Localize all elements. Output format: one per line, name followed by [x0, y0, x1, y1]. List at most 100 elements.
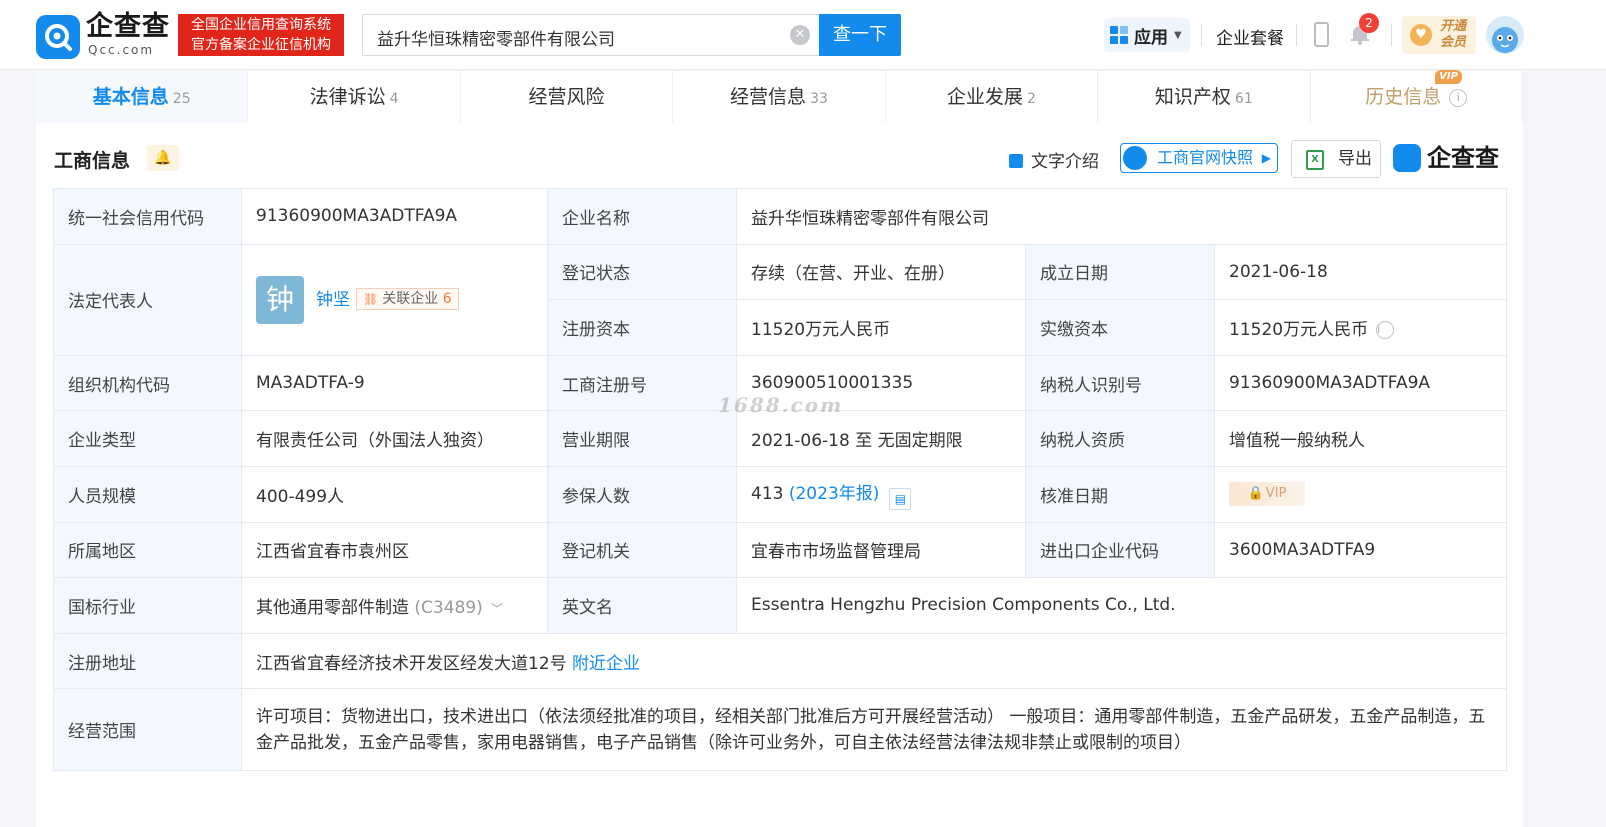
slogan-line-1: 全国企业信用查询系统 — [191, 17, 331, 33]
search-input[interactable]: 益升华恒珠精密零部件有限公司 — [362, 14, 819, 56]
info-icon[interactable]: i — [1449, 89, 1468, 107]
tab-label: 历史信息 — [1365, 86, 1442, 108]
clear-search-icon[interactable]: ✕ — [790, 25, 810, 45]
qcc-logo-icon[interactable] — [36, 15, 80, 59]
apps-menu-button[interactable]: 应用 ▼ — [1104, 18, 1190, 52]
tab-development[interactable]: 企业发展 2 — [886, 71, 1099, 123]
staff-size-label: 人员规模 — [53, 465, 242, 523]
tab-count: 25 — [172, 91, 191, 107]
vip-heart-icon: ♥ — [1410, 24, 1432, 46]
vip-lock-label: VIP — [1265, 486, 1287, 502]
vip-locked-value[interactable]: 🔒 VIP — [1229, 482, 1305, 507]
reg-capital-value: 11520万元人民币 — [736, 299, 1026, 356]
industry-value: 其他通用零部件制造 — [256, 597, 409, 618]
divider — [1201, 24, 1202, 46]
taxpayer-id-label: 纳税人识别号 — [1025, 354, 1215, 412]
related-count: 6 — [442, 290, 452, 307]
reg-capital-label: 注册资本 — [547, 299, 737, 356]
taxpayer-qual-label: 纳税人资质 — [1025, 410, 1215, 467]
legal-rep-avatar[interactable]: 钟 — [256, 275, 304, 324]
trend-chart-icon[interactable]: ▤ — [889, 487, 912, 510]
region-value: 江西省宜春市袁州区 — [241, 521, 548, 579]
tab-legal[interactable]: 法律诉讼 4 — [248, 71, 461, 123]
logo-text[interactable]: 企查查 — [86, 12, 170, 42]
tab-ip[interactable]: 知识产权 61 — [1098, 71, 1311, 123]
tab-operation[interactable]: 经营信息 33 — [673, 71, 886, 123]
snapshot-label: 工商官网快照 — [1157, 148, 1254, 167]
open-vip-button[interactable]: ♥ 开通 会员 — [1402, 16, 1476, 54]
business-info-panel: 工商信息 🔔 文字介绍 工商官网快照 ▶ X 导出 企查查 统一社会信用代码 9… — [36, 123, 1523, 827]
biz-term-value: 2021-06-18 至 无固定期限 — [736, 410, 1026, 467]
found-date-value: 2021-06-18 — [1214, 243, 1507, 301]
watermark: 1688.com — [718, 393, 844, 417]
subscribe-bell-icon[interactable]: 🔔 — [147, 145, 179, 171]
notification-count-badge: 2 — [1359, 13, 1379, 33]
lock-icon: 🔒 — [1247, 486, 1264, 502]
legal-rep-cell: 钟钟坚 ⛓ 关联企业 6 — [241, 243, 548, 356]
table-row: 法定代表人 钟钟坚 ⛓ 关联企业 6 登记状态 存续（在营、开业、在册） 成立日期 … — [53, 243, 1507, 356]
vip-label: 开通 会员 — [1440, 19, 1466, 51]
tab-count: 4 — [389, 91, 399, 107]
chevron-down-icon[interactable]: ﹀ — [491, 602, 503, 616]
org-code-label: 组织机构代码 — [53, 354, 242, 412]
tab-count: 2 — [1026, 91, 1036, 107]
biz-term-label: 营业期限 — [547, 410, 737, 467]
text-intro-label: 文字介绍 — [1031, 152, 1099, 172]
legal-rep-link[interactable]: 钟坚 — [316, 290, 350, 310]
approve-date-cell: 🔒 VIP — [1214, 465, 1507, 523]
paid-capital-cell: 11520万元人民币 i — [1214, 299, 1507, 356]
reg-authority-value: 宜春市市场监督管理局 — [736, 521, 1026, 579]
arrow-right-icon: ▶ — [1261, 151, 1271, 165]
export-button[interactable]: X 导出 — [1291, 140, 1381, 178]
search-button[interactable]: 查一下 — [819, 14, 901, 56]
industry-cell[interactable]: 其他通用零部件制造 (C3489) ﹀ — [241, 577, 548, 634]
export-label: 导出 — [1338, 149, 1372, 169]
region-label: 所属地区 — [53, 521, 242, 579]
business-scope-value: 许可项目：货物进出口，技术进出口（依法须经批准的项目，经相关部门批准后方可开展经… — [241, 688, 1507, 772]
mobile-app-icon[interactable] — [1314, 22, 1329, 47]
info-icon[interactable]: i — [1376, 320, 1395, 339]
scope-label: 经营范围 — [53, 688, 242, 772]
english-name-label: 英文名 — [547, 577, 737, 634]
vip-line-2: 会员 — [1440, 35, 1467, 50]
table-row: 人员规模 400-499人 参保人数 413 (2023年报) ▤ 核准日期 🔒 V… — [53, 465, 1507, 523]
text-intro-button[interactable]: 文字介绍 — [1009, 147, 1099, 172]
reg-status-label: 登记状态 — [547, 243, 737, 301]
reg-authority-label: 登记机关 — [547, 521, 737, 579]
company-name-value: 益升华恒珠精密零部件有限公司 — [736, 188, 1507, 245]
enterprise-package-link[interactable]: 企业套餐 — [1216, 24, 1284, 49]
company-type-label: 企业类型 — [53, 410, 242, 467]
taxpayer-id-value: 91360900MA3ADTFA9A — [1214, 354, 1507, 412]
slogan-line-2: 官方备案企业征信机构 — [191, 37, 331, 53]
apps-label: 应用 — [1134, 27, 1168, 48]
tab-basic-info[interactable]: 基本信息 25 — [36, 71, 249, 123]
network-icon: ⛓ — [363, 291, 379, 306]
section-tabs: 基本信息 25 法律诉讼 4 经营风险 经营信息 33 企业发展 2 知识产权 61 历史… — [36, 70, 1523, 123]
insured-count: 413 — [751, 483, 784, 504]
found-date-label: 成立日期 — [1025, 243, 1215, 301]
tab-risk[interactable]: 经营风险 — [461, 71, 674, 123]
address-value: 江西省宜春经济技术开发区经发大道12号 — [256, 653, 567, 674]
vip-tag: VIP — [1435, 70, 1462, 84]
table-row: 国标行业 其他通用零部件制造 (C3489) ﹀ 英文名 Essentra Hen… — [53, 577, 1507, 634]
annual-report-link[interactable]: (2023年报) — [789, 484, 880, 504]
related-companies-tag[interactable]: ⛓ 关联企业 6 — [356, 287, 459, 310]
nearby-companies-link[interactable]: 附近企业 — [572, 654, 640, 674]
insured-label: 参保人数 — [547, 465, 737, 523]
user-avatar[interactable] — [1486, 16, 1524, 54]
reg-status-value: 存续（在营、开业、在册） — [736, 243, 1026, 301]
vip-line-1: 开通 — [1440, 19, 1467, 34]
tab-label: 基本信息 — [92, 86, 169, 108]
caret-down-icon: ▼ — [1174, 29, 1182, 41]
divider — [1391, 24, 1392, 46]
tab-label: 法律诉讼 — [309, 86, 386, 108]
official-snapshot-button[interactable]: 工商官网快照 ▶ — [1120, 143, 1278, 173]
snapshot-icon — [1123, 146, 1147, 170]
paid-capital-value: 11520万元人民币 — [1229, 319, 1369, 340]
divider — [1296, 24, 1297, 46]
company-name-label: 企业名称 — [547, 188, 737, 245]
tab-count: 61 — [1234, 91, 1253, 107]
apps-grid-icon — [1110, 26, 1128, 44]
table-row: 统一社会信用代码 91360900MA3ADTFA9A 企业名称 益升华恒珠精密… — [53, 188, 1507, 245]
tab-history[interactable]: 历史信息 i VIP — [1311, 70, 1523, 123]
